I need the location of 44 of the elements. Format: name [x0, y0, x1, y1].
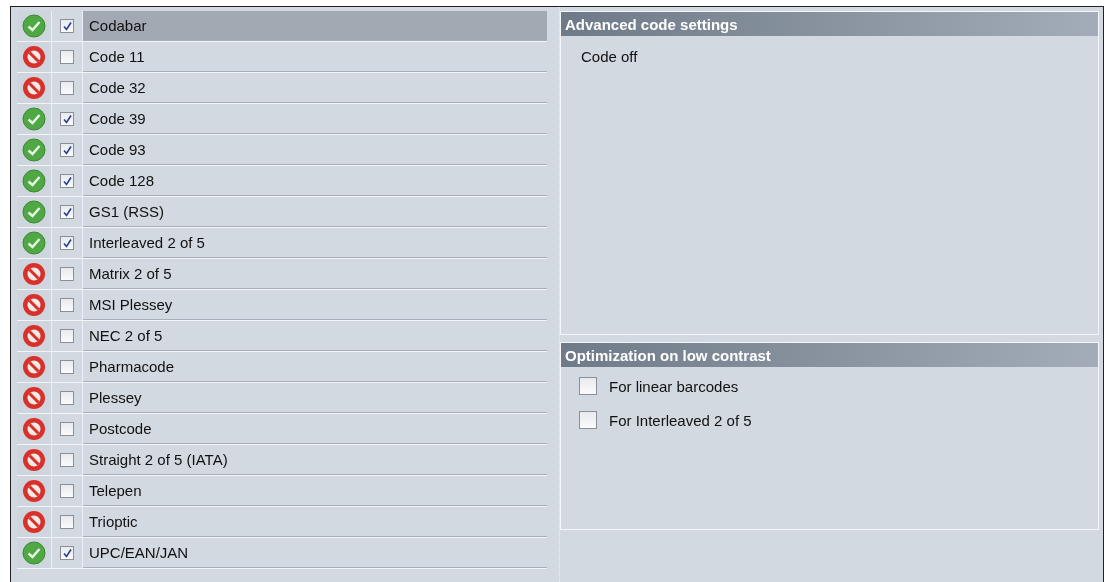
prohibited-icon: [22, 262, 46, 286]
check-circle-icon: [22, 200, 46, 224]
prohibited-icon: [22, 355, 46, 379]
checkbox[interactable]: [579, 411, 597, 429]
status-text: Code off: [581, 48, 639, 65]
check-circle-icon: [22, 14, 46, 38]
panel-title: Advanced code settings: [561, 12, 1098, 36]
prohibited-icon: [22, 45, 46, 69]
prohibited-icon: [22, 448, 46, 472]
checkbox[interactable]: [60, 236, 74, 250]
checkbox[interactable]: [60, 546, 74, 560]
prohibited-icon: [22, 510, 46, 534]
checkbox[interactable]: [60, 19, 74, 33]
checkbox[interactable]: [60, 515, 74, 529]
checkbox[interactable]: [60, 422, 74, 436]
checkbox-label[interactable]: For Interleaved 2 of 5: [609, 411, 752, 429]
checkbox[interactable]: [60, 143, 74, 157]
prohibited-icon: [22, 293, 46, 317]
list-item[interactable]: Codabar: [83, 11, 547, 41]
checkbox[interactable]: [60, 81, 74, 95]
checkbox-label[interactable]: For linear barcodes: [609, 377, 739, 395]
panel-title: Optimization on low contrast: [561, 343, 1098, 367]
checkbox[interactable]: [60, 267, 74, 281]
prohibited-icon: [22, 479, 46, 503]
check-circle-icon: [22, 231, 46, 255]
checkbox[interactable]: [60, 329, 74, 343]
checkbox[interactable]: [60, 50, 74, 64]
checkbox[interactable]: [60, 484, 74, 498]
prohibited-icon: [22, 324, 46, 348]
check-circle-icon: [22, 541, 46, 565]
check-circle-icon: [22, 169, 46, 193]
checkbox[interactable]: [579, 377, 597, 395]
prohibited-icon: [22, 417, 46, 441]
prohibited-icon: [22, 76, 46, 100]
check-circle-icon: [22, 138, 46, 162]
checkbox[interactable]: [60, 453, 74, 467]
checkbox[interactable]: [60, 205, 74, 219]
checkbox[interactable]: [60, 298, 74, 312]
checkbox[interactable]: [60, 360, 74, 374]
checkbox[interactable]: [60, 391, 74, 405]
check-circle-icon: [22, 107, 46, 131]
checkbox[interactable]: [60, 174, 74, 188]
prohibited-icon: [22, 386, 46, 410]
checkbox[interactable]: [60, 112, 74, 126]
